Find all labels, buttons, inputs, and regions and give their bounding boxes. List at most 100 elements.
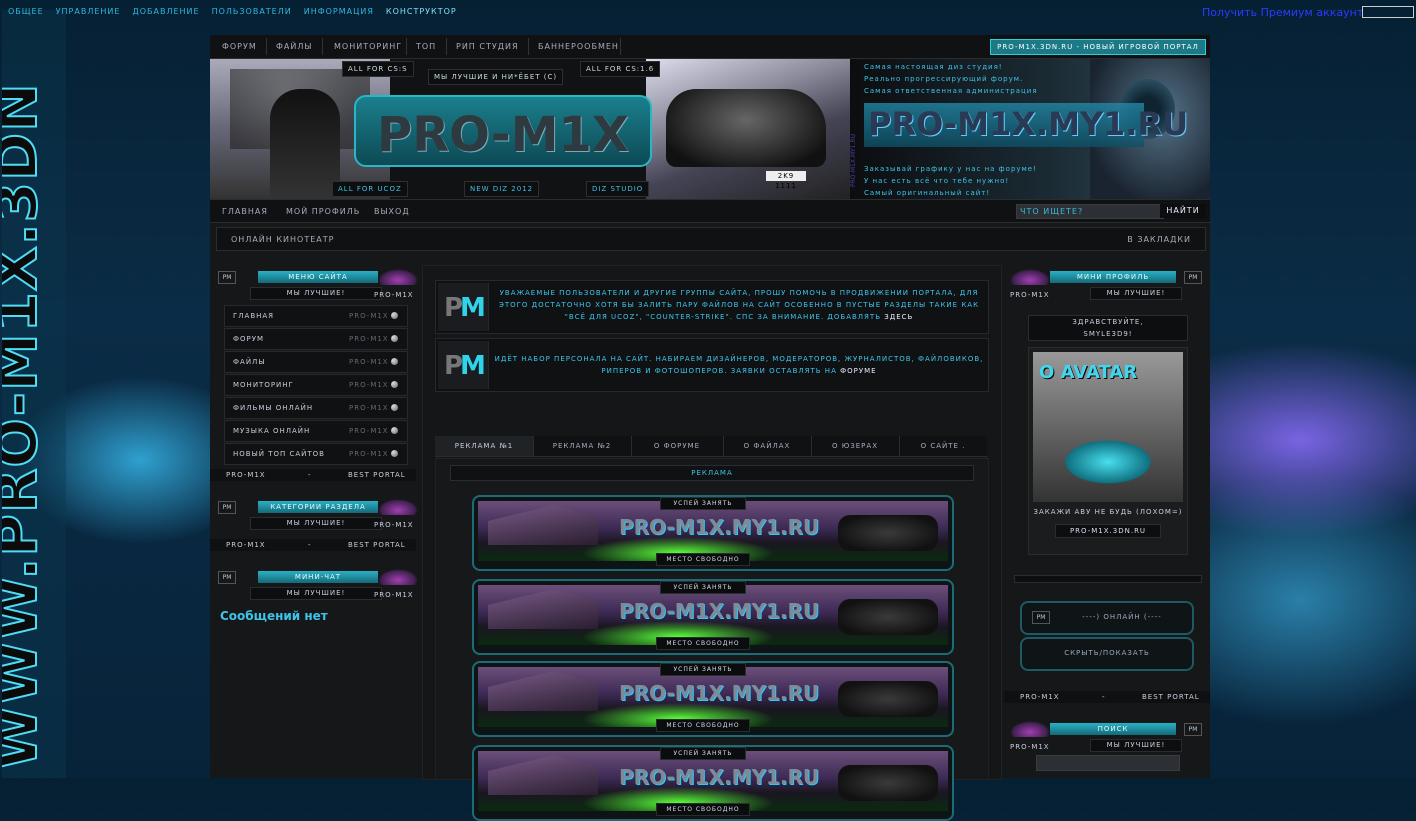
admin-link-constructor[interactable]: Конструктор <box>386 7 457 16</box>
ad-slot[interactable]: PRO-M1X.MY1.RU Успей занять Место свобод… <box>472 661 954 737</box>
username[interactable]: Smyle3D9! <box>1029 328 1187 340</box>
notice-body: Идёт набор персонала на сайт. Набираем д… <box>494 355 984 375</box>
banner-line: Реально прогрессирующий форум. <box>864 75 1024 83</box>
toggle-box[interactable]: Скрыть/Показать <box>1020 637 1194 671</box>
nav-home[interactable]: Главная <box>222 207 268 216</box>
footer-best: BEST PORTAL <box>348 471 406 479</box>
menu-item-top-sites[interactable]: Новый топ сайтов PRO-M1X <box>224 443 408 465</box>
online-cinema-link[interactable]: Онлайн кинотеатр <box>231 235 334 244</box>
nav-top[interactable]: Топ <box>416 42 436 51</box>
ad-slot[interactable]: PRO-M1X.MY1.RU Успей занять Место свобод… <box>472 579 954 655</box>
panel-footer: PRO-M1X - BEST PORTAL <box>1004 691 1210 703</box>
info-tabs: Реклама №1 Реклама №2 О форуме О файлах … <box>435 436 987 457</box>
ads-title: Реклама <box>450 465 974 481</box>
menu-item-files[interactable]: Файлы PRO-M1X <box>224 351 408 373</box>
ad-top-label: Успей занять <box>660 497 746 510</box>
nav-my-profile[interactable]: Мой профиль <box>286 207 360 216</box>
footer-brand: PRO-M1X <box>1020 693 1060 701</box>
panel-subtitle: МЫ ЛУЧШИЕ! <box>250 587 382 600</box>
banner-line: У нас есть всё что тебе нужно! <box>864 177 1010 185</box>
bar-toggle-icon[interactable] <box>1362 6 1414 18</box>
menu-item-monitoring[interactable]: Мониторинг PRO-M1X <box>224 374 408 396</box>
online-box[interactable]: PM ----) ОнЛАЙН (---- <box>1020 601 1194 635</box>
panel-header: PM Мини-чат <box>210 569 418 585</box>
admin-link-info[interactable]: Информация <box>304 7 374 16</box>
greeting: Здравствуйте, Smyle3D9! <box>1028 315 1188 341</box>
tab-forum[interactable]: О форуме <box>631 436 724 456</box>
ad-bottom-label: Место свободно <box>656 803 750 816</box>
nav-files[interactable]: Файлы <box>276 42 312 51</box>
nav-rip-studio[interactable]: РИП Студия <box>456 42 519 51</box>
menu-item-tag: PRO-M1X <box>349 450 389 458</box>
tab-files[interactable]: О файлах <box>723 436 812 456</box>
admin-links: Общее Управление Добавление Пользователи… <box>8 7 457 16</box>
pm-icon: PM <box>1032 611 1050 624</box>
avatar-caption: Закажи аву не будь (ЛОХОМ=) <box>1033 508 1183 516</box>
menu-item-tag: PRO-M1X <box>349 427 389 435</box>
pm-icon: PM <box>218 571 236 584</box>
nav-logout[interactable]: Выход <box>374 207 410 216</box>
pm-logo: PM <box>438 283 489 331</box>
footer-sep: - <box>308 541 312 549</box>
notice-link[interactable]: форуме <box>840 367 877 375</box>
footer-best: BEST PORTAL <box>348 541 406 549</box>
tab-ad1[interactable]: Реклама №1 <box>435 436 534 456</box>
user-bar: Главная Мой профиль Выход Что ищете? Най… <box>210 199 1210 223</box>
bullet-icon <box>391 450 398 457</box>
panel-header: PM Меню сайта <box>210 269 418 285</box>
search-input[interactable] <box>1036 755 1180 771</box>
find-button[interactable]: Найти <box>1160 204 1206 218</box>
admin-link-add[interactable]: Добавление <box>132 7 199 16</box>
tag-diz: NEW DIZ 2012 <box>464 181 540 197</box>
panel-subtitle: МЫ ЛУЧШИЕ! <box>1090 287 1182 300</box>
ad-slot[interactable]: PRO-M1X.MY1.RU Успей занять Место свобод… <box>472 495 954 571</box>
avatar-image[interactable]: O AVATAR <box>1033 352 1183 502</box>
pm-logo: PM <box>438 341 489 389</box>
new-portal-badge[interactable]: PRO-M1X.3DN.RU - НОВЫЙ ИГРОВОЙ ПОРТАЛ <box>990 39 1206 55</box>
admin-link-manage[interactable]: Управление <box>56 7 121 16</box>
nav-forum[interactable]: Форум <box>222 42 257 51</box>
banner-right-logo: PRO-M1X.MY1.RU <box>868 105 1189 143</box>
panel-brand: PRO-M1X <box>374 291 414 299</box>
nav-divider <box>266 38 267 55</box>
nav-monitoring[interactable]: Мониторинг <box>334 42 402 51</box>
greeting-text: Здравствуйте, <box>1072 318 1144 326</box>
notice-link[interactable]: здесь <box>884 313 913 321</box>
avatar-card: O AVATAR Закажи аву не будь (ЛОХОМ=) PRO… <box>1028 347 1188 555</box>
tab-site[interactable]: О сайте . <box>899 436 987 456</box>
panel-subtitle: МЫ ЛУЧШИЕ! <box>250 287 382 300</box>
panel-subtitle: МЫ ЛУЧШИЕ! <box>250 517 382 530</box>
menu-item-forum[interactable]: Форум PRO-M1X <box>224 328 408 350</box>
menu-item-music[interactable]: Музыка онлайн PRO-M1X <box>224 420 408 442</box>
banner-photo-car: 2K9 1111 <box>646 59 852 199</box>
menu-item-films[interactable]: Фильмы онлайн PRO-M1X <box>224 397 408 419</box>
ads-area: Реклама PRO-M1X.MY1.RU Успей занять Мест… <box>435 458 989 821</box>
admin-link-users[interactable]: Пользователи <box>212 7 292 16</box>
pm-logo-m: M <box>460 351 486 381</box>
nav-banner-exchange[interactable]: Баннерообмен <box>538 42 619 51</box>
center-content: PM Уважаемые пользователи и другие групп… <box>422 265 1002 821</box>
cinema-bar: Онлайн кинотеатр В закладки <box>216 227 1206 251</box>
premium-link[interactable]: Получить Премиум аккаунт <box>1202 6 1363 19</box>
tab-ad2[interactable]: Реклама №2 <box>533 436 632 456</box>
menu-item-label: Фильмы онлайн <box>233 404 314 412</box>
divider <box>1014 575 1202 583</box>
bookmark-link[interactable]: В закладки <box>1127 235 1191 244</box>
nav-divider <box>528 38 529 55</box>
avatar-link[interactable]: PRO-M1X.3DN.RU <box>1055 524 1161 538</box>
panel-footer: PRO-M1X - BEST PORTAL <box>210 539 416 551</box>
ad-top-label: Успей занять <box>660 747 746 760</box>
side-logo: WWW.PRO-M1X.3DN <box>2 10 66 778</box>
panel-title: Мини-чат <box>258 571 378 583</box>
tag-cs: ALL FOR CS:S <box>342 61 414 77</box>
ad-slot[interactable]: PRO-M1X.MY1.RU Успей занять Место свобод… <box>472 745 954 821</box>
footer-sep: - <box>1102 693 1106 701</box>
chat-empty-message: Сообщений нет <box>220 609 328 623</box>
ad-bottom-label: Место свободно <box>656 719 750 732</box>
tab-users[interactable]: О юзерах <box>811 436 900 456</box>
banner-line: Самая ответственная администрация <box>864 87 1038 95</box>
panel-subtitle: МЫ ЛУЧШИЕ! <box>1090 739 1182 752</box>
menu-item-home[interactable]: Главная PRO-M1X <box>224 305 408 327</box>
top-search-input[interactable]: Что ищете? <box>1016 204 1164 219</box>
admin-link-general[interactable]: Общее <box>8 7 44 16</box>
